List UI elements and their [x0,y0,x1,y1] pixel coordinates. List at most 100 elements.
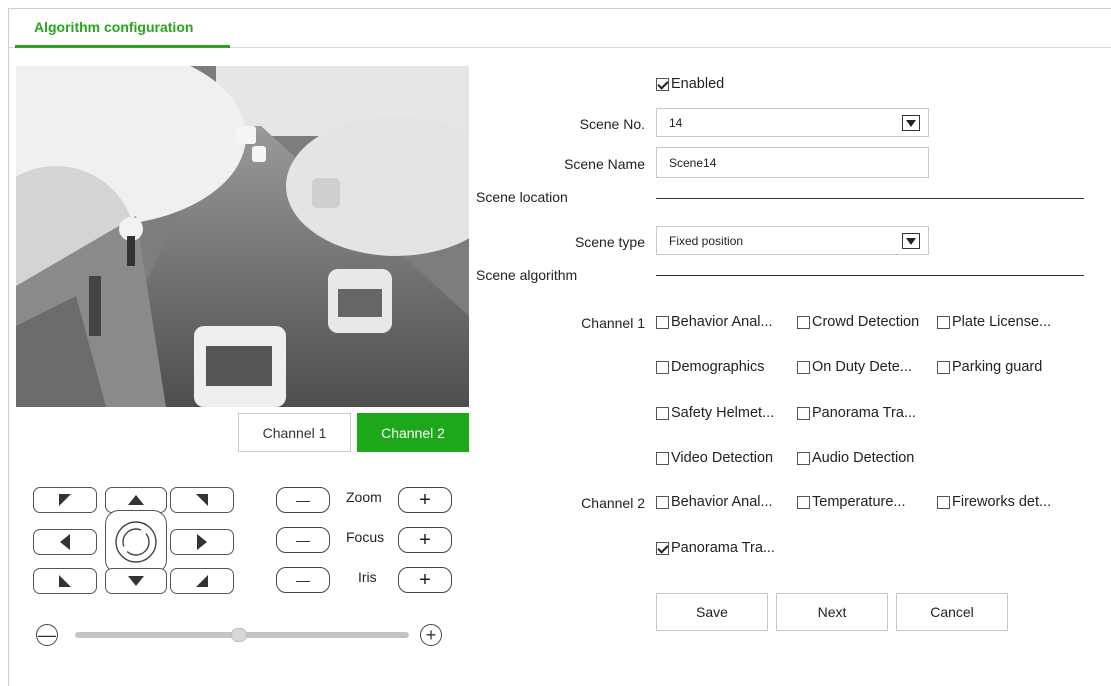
ch1-on-duty-detection-checkbox[interactable]: On Duty Dete... [797,359,912,375]
next-button[interactable]: Next [776,593,888,631]
scene-name-label: Scene Name [564,156,645,172]
checkbox-label: Behavior Anal... [671,494,773,510]
checkbox-label: Video Detection [671,450,774,466]
tab-algorithm-configuration[interactable]: Algorithm configuration [15,8,230,48]
save-button[interactable]: Save [656,593,768,631]
arrow-down-left-icon [59,575,71,587]
ch2-temperature-checkbox[interactable]: Temperature... [797,494,906,510]
ch2-fireworks-detection-checkbox[interactable]: Fireworks det... [937,494,1051,510]
arrow-down-right-icon [196,575,208,587]
checkbox-label: Parking guard [952,359,1043,375]
ch1-demographics-checkbox[interactable]: Demographics [656,359,765,375]
channel-2-label: Channel 2 [581,495,645,511]
ptz-up-left-button[interactable] [33,487,97,513]
ch1-panorama-tracking-checkbox[interactable]: Panorama Tra... [797,405,916,421]
minus-icon: — [38,625,56,645]
ptz-down-button[interactable] [105,568,167,594]
minus-icon: — [296,532,310,548]
checkbox-label: Demographics [671,359,765,375]
ch1-video-detection-checkbox[interactable]: Video Detection [656,450,773,466]
speed-slider-thumb[interactable] [231,628,247,642]
ptz-left-button[interactable] [33,529,97,555]
ch1-parking-guard-checkbox[interactable]: Parking guard [937,359,1042,375]
iris-close-button[interactable]: — [276,567,330,593]
focus-far-button[interactable]: + [398,527,452,553]
checkbox-icon [797,315,810,329]
ch1-audio-detection-checkbox[interactable]: Audio Detection [797,450,914,466]
plus-icon: + [419,488,431,511]
zoom-in-button[interactable]: + [398,487,452,513]
cancel-button[interactable]: Cancel [896,593,1008,631]
speed-decrease-button[interactable]: — [36,624,58,646]
zoom-label: Zoom [346,489,382,505]
ch2-panorama-tracking-checkbox[interactable]: Panorama Tra... [656,540,775,556]
arrow-up-left-icon [59,494,71,506]
chevron-down-icon [902,233,920,249]
ptz-down-left-button[interactable] [33,568,97,594]
checkbox-label: Fireworks det... [952,494,1052,510]
ch1-safety-helmet-checkbox[interactable]: Safety Helmet... [656,405,774,421]
speed-increase-button[interactable]: + [420,624,442,646]
scene-algorithm-label: Scene algorithm [476,267,578,283]
checkbox-checked-icon [656,541,669,555]
focus-label: Focus [346,529,385,545]
arrow-up-right-icon [196,494,208,506]
ch2-behavior-analysis-checkbox[interactable]: Behavior Anal... [656,494,773,510]
ch1-crowd-detection-checkbox[interactable]: Crowd Detection [797,314,919,330]
checkbox-label: Temperature... [812,494,906,510]
scene-type-select[interactable]: Fixed position [656,226,929,255]
arrow-up-icon [128,495,144,505]
checkbox-icon [656,315,669,329]
checkbox-label: Panorama Tra... [671,540,775,556]
checkbox-label: Crowd Detection [812,314,920,330]
enabled-label: Enabled [671,76,725,92]
checkbox-icon [656,360,669,374]
scene-name-input[interactable]: Scene14 [656,147,929,178]
checkbox-label: Audio Detection [812,450,915,466]
enabled-checkbox[interactable]: Enabled [656,76,724,92]
iris-label: Iris [358,569,377,585]
plus-icon: + [425,625,437,645]
minus-icon: — [296,492,310,508]
checkbox-label: Behavior Anal... [671,314,773,330]
checkbox-icon [797,360,810,374]
scene-no-select[interactable]: 14 [656,108,929,137]
channel-1-button[interactable]: Channel 1 [238,413,351,452]
checkbox-label: Plate License... [952,314,1052,330]
checkbox-label: Safety Helmet... [671,405,775,421]
checkbox-icon [656,406,669,420]
scene-no-value: 14 [669,116,683,130]
minus-icon: — [296,572,310,588]
checkbox-icon [797,451,810,465]
plus-icon: + [419,568,431,591]
ch1-behavior-analysis-checkbox[interactable]: Behavior Anal... [656,314,773,330]
rotate-icon [115,521,157,563]
checkbox-icon [656,495,669,509]
checkbox-icon [797,406,810,420]
ptz-up-right-button[interactable] [170,487,234,513]
channel-2-button[interactable]: Channel 2 [357,413,469,452]
ptz-home-button[interactable] [105,510,167,574]
channel-1-label: Channel 1 [581,315,645,331]
scene-type-label: Scene type [574,234,645,250]
checkbox-label: Panorama Tra... [812,405,916,421]
arrow-right-icon [197,534,207,550]
focus-near-button[interactable]: — [276,527,330,553]
arrow-down-icon [128,576,144,586]
checkbox-icon [656,451,669,465]
ptz-right-button[interactable] [170,529,234,555]
chevron-down-icon [902,115,920,131]
scene-algorithm-divider [656,275,1084,276]
plus-icon: + [419,528,431,551]
iris-open-button[interactable]: + [398,567,452,593]
checkbox-icon [937,495,950,509]
zoom-out-button[interactable]: — [276,487,330,513]
scene-type-value: Fixed position [669,234,744,248]
ch1-plate-license-checkbox[interactable]: Plate License... [937,314,1051,330]
arrow-left-icon [60,534,70,550]
ptz-down-right-button[interactable] [170,568,234,594]
scene-location-label: Scene location [476,189,568,205]
checkbox-checked-icon [656,77,669,91]
infrared-road-scene [16,66,469,407]
checkbox-icon [937,315,950,329]
